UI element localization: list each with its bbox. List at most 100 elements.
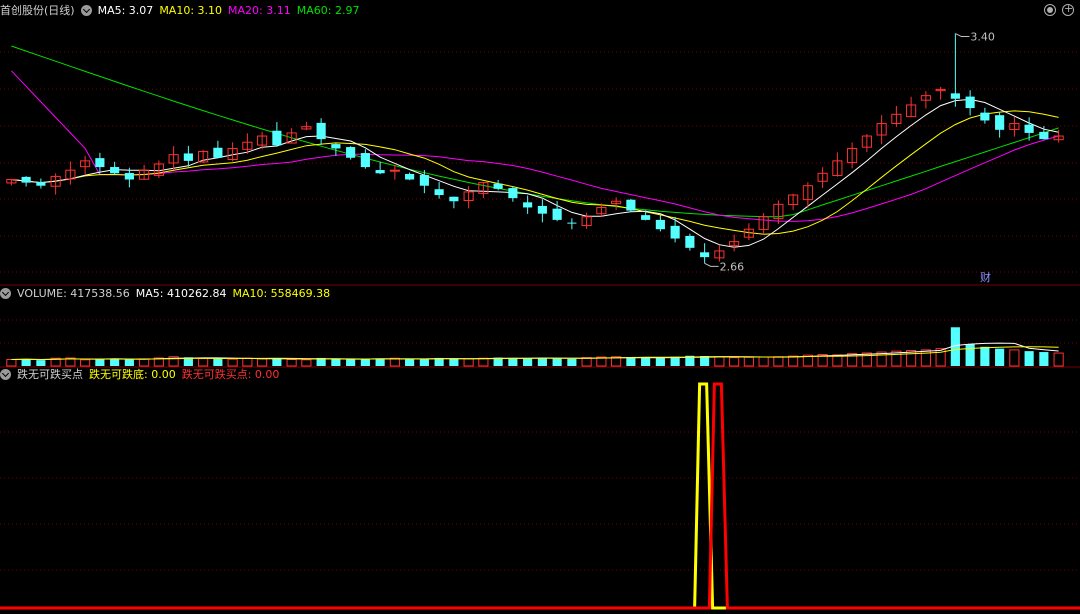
volume-bar-up: [1009, 349, 1020, 367]
indicator-series-2: [0, 382, 1080, 610]
volume-bar-up: [301, 359, 312, 367]
volume-bar-down: [523, 358, 533, 366]
candle-down: [124, 173, 134, 180]
volume-bar-down: [567, 358, 577, 366]
candle-down: [626, 199, 636, 211]
settings-toggle-icon[interactable]: [80, 5, 92, 16]
finance-report-mark: 财: [980, 270, 991, 284]
volume-bar-down: [552, 358, 562, 366]
volume-bar-up: [906, 350, 917, 367]
indicator-line2-label: 跌无可跌买点: 0.00: [181, 368, 280, 381]
indicator-line1-label: 跌无可跌底: 0.00: [89, 368, 176, 381]
volume-bar-up: [242, 357, 253, 367]
ma5-label: MA5: 3.07: [97, 4, 154, 17]
indicator-toggle-icon[interactable]: [0, 369, 11, 380]
candle-down: [537, 205, 547, 214]
volume-ma10-label: MA10: 558469.38: [232, 287, 331, 300]
volume-bar-down: [449, 358, 459, 366]
volume-ma10-line: [11, 346, 1059, 361]
candle-up: [389, 169, 400, 172]
ma60-line: [11, 45, 1059, 218]
volume-bar-up: [788, 355, 799, 367]
candle-down: [995, 115, 1005, 130]
volume-value: VOLUME: 417538.56: [17, 287, 130, 300]
volume-bar-up: [257, 358, 268, 367]
volume-bar-up: [758, 356, 769, 367]
candle-down: [434, 189, 444, 196]
volume-bar-down: [980, 346, 990, 366]
candle-down: [21, 176, 31, 183]
candle-down: [375, 170, 385, 174]
high-marker-line: [955, 33, 970, 38]
volume-bar-up: [6, 358, 17, 367]
volume-bar-down: [537, 357, 547, 366]
volume-bar-up: [581, 357, 592, 367]
candle-down: [950, 93, 960, 99]
candle-down: [95, 158, 105, 168]
candle-down: [567, 222, 577, 224]
volume-bar-down: [1024, 351, 1034, 366]
candle-down: [523, 202, 533, 208]
volume-bar-down: [655, 357, 665, 366]
candle-down: [405, 173, 415, 180]
volume-bar-down: [124, 359, 134, 366]
volume-bar-up: [286, 358, 297, 367]
volume-bar-up: [1053, 352, 1064, 367]
ma10-label: MA10: 3.10: [159, 4, 223, 17]
low-marker-label: 2.66: [720, 260, 745, 273]
price-header: 首创股份(日线) MA5: 3.07 MA10: 3.10 MA20: 3.11 MA6…: [0, 3, 365, 19]
candle-down: [331, 144, 341, 149]
candle-down: [272, 130, 282, 146]
candle-down: [419, 175, 429, 186]
candle-down: [360, 153, 370, 168]
volume-bar-down: [419, 359, 429, 366]
volume-ma5-label: MA5: 410262.84: [135, 287, 227, 300]
volume-bar-up: [139, 358, 150, 367]
stock-chart: 3.40 2.66 财: [0, 31, 1080, 610]
zoom-out-icon[interactable]: [1044, 4, 1056, 16]
ma20-label: MA20: 3.11: [228, 4, 291, 17]
ma5-line: [11, 98, 1059, 248]
volume-bar-up: [227, 358, 238, 367]
candle-down: [670, 225, 680, 239]
volume-bar-up: [463, 358, 474, 367]
volume-bar-down: [641, 357, 651, 366]
volume-bar-up: [743, 356, 754, 367]
low-marker-line: [704, 262, 719, 267]
volume-bar-up: [729, 357, 740, 367]
candle-down: [685, 235, 695, 248]
candle-down: [700, 252, 710, 258]
volume-bar-down: [405, 358, 415, 366]
volume-bar-up: [920, 349, 931, 367]
volume-bar-down: [965, 344, 975, 366]
volume-bar-down: [272, 358, 282, 366]
volume-bar-down: [360, 359, 370, 366]
candle-down: [316, 122, 326, 140]
candle-down: [1039, 131, 1049, 140]
volume-bar-up: [861, 352, 872, 367]
candle-down: [980, 112, 990, 121]
candle-down: [493, 183, 503, 189]
volume-bar-up: [198, 358, 209, 367]
volume-bar-down: [1039, 352, 1049, 366]
indicator-name: 跌无可跌买点: [17, 368, 83, 381]
volume-bar-down: [213, 358, 223, 366]
candle-down: [965, 96, 975, 109]
stock-name: 首创股份(日线): [0, 4, 75, 17]
candle-down: [36, 181, 46, 186]
ma60-label: MA60: 2.97: [296, 4, 360, 17]
volume-bar-down: [331, 358, 341, 366]
candle-down: [655, 219, 665, 230]
candle-down: [552, 208, 562, 220]
volume-bar-down: [346, 359, 356, 366]
volume-bar-down: [375, 358, 385, 366]
zoom-in-icon[interactable]: [1062, 2, 1074, 16]
volume-bar-down: [110, 358, 120, 366]
volume-toggle-icon[interactable]: [0, 288, 11, 299]
volume-bar-down: [626, 357, 636, 366]
candle-down: [183, 153, 193, 161]
candle-down: [508, 188, 518, 199]
high-marker-label: 3.40: [970, 31, 995, 44]
volume-bar-up: [80, 359, 91, 367]
candle-down: [346, 147, 356, 158]
